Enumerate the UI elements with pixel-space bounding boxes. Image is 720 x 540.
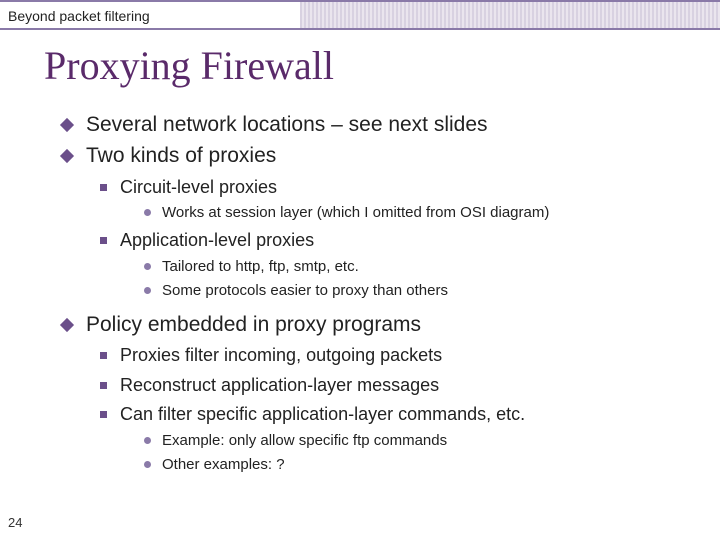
bullet-lvl2: Circuit-level proxies [98,176,700,199]
bullet-lvl1: Several network locations – see next sli… [56,111,700,138]
diamond-icon [60,118,74,132]
square-icon [100,411,107,418]
bullet-lvl3: Example: only allow specific ftp command… [142,431,700,451]
bullet-text: Works at session layer (which I omitted … [162,204,549,221]
bullet-text: Proxies filter incoming, outgoing packet… [120,345,442,365]
bullet-lvl1: Policy embedded in proxy programs [56,311,700,338]
page-number: 24 [8,515,22,530]
bullet-text: Some protocols easier to proxy than othe… [162,282,448,299]
bullet-lvl2: Can filter specific application-layer co… [98,403,700,426]
square-icon [100,352,107,359]
bullet-lvl2: Proxies filter incoming, outgoing packet… [98,344,700,367]
bullet-text: Two kinds of proxies [86,144,276,167]
bullet-lvl1: Two kinds of proxies [56,142,700,169]
dot-icon [144,209,151,216]
slide-header: Beyond packet filtering [0,0,720,28]
slide-content: Several network locations – see next sli… [56,111,700,475]
bullet-lvl3: Tailored to http, ftp, smtp, etc. [142,257,700,277]
square-icon [100,184,107,191]
bullet-text: Example: only allow specific ftp command… [162,432,447,449]
diamond-icon [60,318,74,332]
bullet-lvl3: Works at session layer (which I omitted … [142,203,700,223]
section-label: Beyond packet filtering [8,8,712,24]
title-divider [0,28,720,30]
bullet-text: Tailored to http, ftp, smtp, etc. [162,258,359,275]
square-icon [100,237,107,244]
dot-icon [144,437,151,444]
bullet-lvl3: Other examples: ? [142,455,700,475]
bullet-text: Several network locations – see next sli… [86,113,488,136]
diamond-icon [60,149,74,163]
dot-icon [144,287,151,294]
square-icon [100,382,107,389]
bullet-text: Policy embedded in proxy programs [86,313,421,336]
bullet-lvl2: Application-level proxies [98,229,700,252]
bullet-lvl2: Reconstruct application-layer messages [98,374,700,397]
dot-icon [144,263,151,270]
bullet-text: Other examples: ? [162,456,285,473]
bullet-lvl3: Some protocols easier to proxy than othe… [142,281,700,301]
bullet-text: Can filter specific application-layer co… [120,404,525,424]
dot-icon [144,461,151,468]
bullet-text: Circuit-level proxies [120,177,277,197]
bullet-text: Reconstruct application-layer messages [120,375,439,395]
slide-title: Proxying Firewall [44,42,720,89]
bullet-text: Application-level proxies [120,230,314,250]
